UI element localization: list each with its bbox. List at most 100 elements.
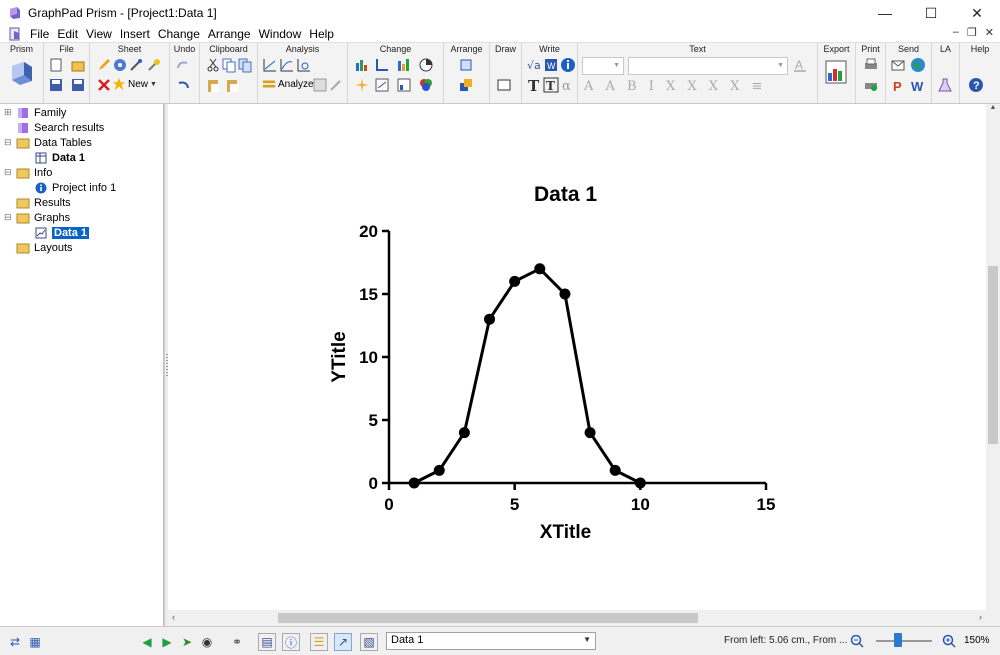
rectangle-shape-icon[interactable] <box>496 77 512 93</box>
paste-special-icon[interactable] <box>224 77 240 93</box>
vertical-scrollbar[interactable]: ▲ <box>986 104 1000 610</box>
zoom-slider-track[interactable] <box>876 640 932 642</box>
greek-alpha-icon[interactable]: α <box>560 77 576 93</box>
menu-insert[interactable]: Insert <box>116 27 154 41</box>
export-tiff-icon[interactable] <box>824 59 850 87</box>
horizontal-scroll-thumb[interactable] <box>278 613 698 623</box>
powerpoint-icon[interactable]: P <box>890 77 906 93</box>
mdi-minimize-button[interactable]: – <box>953 26 959 39</box>
text-box-icon[interactable]: T <box>543 77 559 93</box>
bar-colors-icon[interactable] <box>396 57 412 73</box>
vertical-scroll-thumb[interactable] <box>988 266 998 444</box>
save-as-icon[interactable] <box>70 77 86 93</box>
axes-icon[interactable] <box>374 57 390 73</box>
wand-disabled-icon[interactable] <box>328 77 344 93</box>
delete-x-icon[interactable] <box>96 77 112 93</box>
menu-help[interactable]: Help <box>305 27 338 41</box>
zoom-slider-thumb[interactable] <box>894 633 902 647</box>
copy-special-icon[interactable] <box>237 57 253 73</box>
mdi-restore-button[interactable]: ❐ <box>967 26 977 39</box>
gallery-view-icon[interactable]: ▦ <box>26 633 44 651</box>
text-format-buttons[interactable]: A A B I X X X X ≡ <box>584 79 766 94</box>
align-icon[interactable] <box>458 57 474 73</box>
link-icon[interactable]: ⚭ <box>228 633 246 651</box>
gear-cluster-icon[interactable] <box>112 57 128 73</box>
save-icon[interactable] <box>48 77 64 93</box>
pie-chart-icon[interactable] <box>418 57 434 73</box>
next-sheet-icon[interactable]: ▶ <box>158 633 176 651</box>
previous-sheet-icon[interactable]: ◀ <box>138 633 156 651</box>
curve-fit-icon[interactable] <box>279 57 295 73</box>
help-icon[interactable]: ? <box>968 77 984 93</box>
pin-icon[interactable] <box>146 57 162 73</box>
menu-change[interactable]: Change <box>154 27 204 41</box>
font-size-select[interactable]: ▼ <box>582 57 624 75</box>
flask-icon[interactable] <box>937 77 953 93</box>
info-note-icon[interactable] <box>560 57 576 73</box>
font-color-icon[interactable]: A <box>792 57 808 73</box>
maximize-button[interactable]: ☐ <box>908 0 954 26</box>
zoom-out-icon[interactable] <box>850 634 864 648</box>
cut-icon[interactable] <box>205 57 221 73</box>
info-view-icon[interactable]: ⓘ <box>282 633 300 651</box>
tree-item-info[interactable]: ⊟ Info <box>4 165 52 180</box>
menu-window[interactable]: Window <box>255 27 306 41</box>
results-view-icon[interactable]: ☰ <box>310 633 328 651</box>
email-icon[interactable] <box>890 57 906 73</box>
tree-item-graph-data-1[interactable]: Data 1 <box>34 225 90 240</box>
pencil-icon[interactable] <box>96 57 112 73</box>
magic-wand-icon[interactable] <box>128 57 144 73</box>
scroll-up-arrow[interactable]: ▲ <box>986 104 1000 111</box>
open-folder-icon[interactable] <box>70 57 86 73</box>
document-icon[interactable] <box>8 27 22 41</box>
prism-cube-icon[interactable] <box>8 59 36 87</box>
minimize-button[interactable]: — <box>862 0 908 26</box>
menu-file[interactable]: File <box>26 27 53 41</box>
data-table-view-icon[interactable]: ▤ <box>258 633 276 651</box>
word-icon[interactable]: W <box>910 77 926 93</box>
menu-view[interactable]: View <box>82 27 116 41</box>
format-axes-icon[interactable] <box>396 77 412 93</box>
tree-item-data-table-1[interactable]: Data 1 <box>34 150 85 165</box>
tree-item-data-tables[interactable]: ⊟ Data Tables <box>4 135 92 150</box>
analyze-button[interactable]: Analyze <box>262 77 314 91</box>
xy-analysis-icon[interactable] <box>262 57 278 73</box>
close-button[interactable]: ✕ <box>954 0 1000 26</box>
paste-icon[interactable] <box>205 77 221 93</box>
globe-icon[interactable] <box>910 57 926 73</box>
mdi-close-button[interactable]: ✕ <box>985 26 994 39</box>
tree-item-results[interactable]: Results <box>16 195 71 210</box>
font-name-select[interactable]: ▼ <box>628 57 788 75</box>
scroll-left-arrow[interactable]: ‹ <box>172 612 175 622</box>
graph-analysis-icon[interactable] <box>296 57 312 73</box>
bring-front-icon[interactable] <box>458 77 474 93</box>
print-preview-icon[interactable] <box>863 77 879 93</box>
table-grid-icon[interactable] <box>312 77 328 93</box>
binoculars-icon[interactable]: ◉ <box>198 633 216 651</box>
goto-sheet-icon[interactable]: ➤ <box>178 633 196 651</box>
tree-item-layouts[interactable]: Layouts <box>16 240 73 255</box>
sheet-select[interactable]: Data 1 ▼ <box>386 632 596 650</box>
word-doc-icon[interactable]: W <box>543 57 559 73</box>
layout-view-icon[interactable]: ▧ <box>360 633 378 651</box>
text-tool-icon[interactable]: T <box>526 77 542 93</box>
horizontal-scrollbar[interactable]: ‹ › <box>168 610 986 626</box>
printer-icon[interactable] <box>863 57 879 73</box>
menu-edit[interactable]: Edit <box>53 27 82 41</box>
menu-arrange[interactable]: Arrange <box>204 27 255 41</box>
graph-type-icon[interactable] <box>354 57 370 73</box>
navigator-toggle-icon[interactable]: ⇄ <box>6 633 24 651</box>
new-file-icon[interactable] <box>48 57 64 73</box>
tree-item-search-results[interactable]: Search results <box>16 120 104 135</box>
tree-item-family[interactable]: ⊞ Family <box>4 105 66 120</box>
graph-view-icon[interactable]: ↗ <box>334 633 352 651</box>
color-scheme-icon[interactable] <box>418 77 434 93</box>
format-graph-icon[interactable] <box>374 77 390 93</box>
copy-icon[interactable] <box>221 57 237 73</box>
scroll-right-arrow[interactable]: › <box>979 612 982 622</box>
equation-icon[interactable]: √a <box>526 57 542 73</box>
tree-item-project-info-1[interactable]: Project info 1 <box>34 180 116 195</box>
tree-item-graphs[interactable]: ⊟ Graphs <box>4 210 70 225</box>
graph-canvas[interactable]: Data 1 0 5 10 15 20 0 5 10 15 XTitle YTitle <box>168 104 986 610</box>
sparkle-icon[interactable] <box>354 77 370 93</box>
